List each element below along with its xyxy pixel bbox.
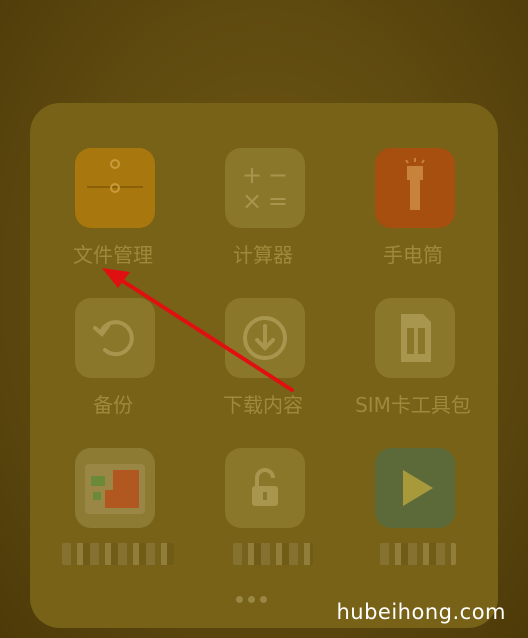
app-label: 文件管理 (73, 243, 153, 267)
app-label: SIM卡工具包 (355, 393, 471, 417)
sim-app-icon (75, 448, 155, 528)
play-icon (375, 448, 455, 528)
folder-file-manager-icon (75, 148, 155, 228)
obscured-label (62, 543, 174, 565)
app-label: 计算器 (233, 243, 293, 267)
backup-icon (75, 298, 155, 378)
download-icon (225, 298, 305, 378)
calculator-icon: + − × = (225, 148, 305, 228)
page-dot (248, 596, 255, 603)
app-label: 手电筒 (383, 243, 443, 267)
app-flashlight[interactable]: 手电筒 (338, 148, 488, 288)
page-indicator (236, 588, 288, 603)
app-lock[interactable] (188, 448, 338, 588)
app-video[interactable] (338, 448, 488, 588)
app-calculator[interactable]: + − × = 计算器 (188, 148, 338, 288)
sim-card-icon (375, 298, 455, 378)
calc-glyph-minus: − (267, 161, 289, 189)
watermark-text: hubeihong.com (336, 600, 506, 624)
calc-glyph-plus: + (241, 161, 263, 189)
lock-icon (225, 448, 305, 528)
obscured-label (380, 543, 456, 565)
page-dot (260, 596, 267, 603)
app-sim-service[interactable] (38, 448, 188, 588)
app-downloads[interactable]: 下载内容 (188, 298, 338, 438)
page-dot (236, 596, 243, 603)
obscured-label (233, 543, 313, 565)
calc-glyph-equals: = (267, 187, 289, 215)
app-file-manager[interactable]: 文件管理 (38, 148, 188, 288)
app-sim-toolkit[interactable]: SIM卡工具包 (338, 298, 488, 438)
flashlight-icon (375, 148, 455, 228)
app-backup[interactable]: 备份 (38, 298, 188, 438)
app-label: 备份 (93, 393, 133, 417)
calc-glyph-times: × (241, 187, 263, 215)
app-label: 下载内容 (223, 393, 303, 417)
